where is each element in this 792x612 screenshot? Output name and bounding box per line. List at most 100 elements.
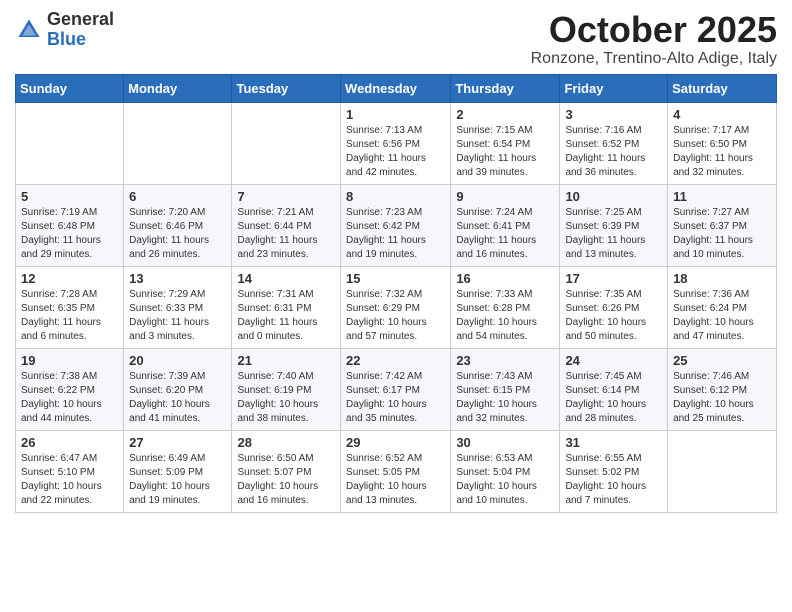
calendar-week-row: 19Sunrise: 7:38 AM Sunset: 6:22 PM Dayli… [16,348,777,430]
title-block: October 2025 Ronzone, Trentino-Alto Adig… [531,10,777,68]
calendar-cell: 20 Sunrise: 7:39 AM Sunset: 6:20 PM Dayli… [124,348,232,430]
day-info: Sunrise: 7:32 AM Sunset: 6:29 PM Dayligh… [346,288,445,344]
page: General Blue October 2025 Ronzone, Trent… [0,0,792,528]
day-info: Sunrise: 7:39 AM Sunset: 6:20 PM Dayligh… [129,370,226,426]
day-number: 4 [673,107,771,122]
day-number: 9 [456,189,554,204]
col-header-friday: Friday [560,74,668,102]
calendar-cell: 18 Sunrise: 7:36 AM Sunset: 6:24 PM Dayli… [668,266,777,348]
day-number: 5 [21,189,118,204]
day-number: 29 [346,435,445,450]
day-number: 23 [456,353,554,368]
calendar-cell: 10Sunrise: 7:25 AM Sunset: 6:39 PM Dayli… [560,184,668,266]
calendar-cell: 2 Sunrise: 7:15 AM Sunset: 6:54 PM Daylig… [451,102,560,184]
day-info: Sunrise: 7:23 AM Sunset: 6:42 PM Dayligh… [346,206,445,262]
calendar-cell: 21Sunrise: 7:40 AM Sunset: 6:19 PM Dayli… [232,348,341,430]
calendar-cell: 28 Sunrise: 6:50 AM Sunset: 5:07 PM Dayli… [232,430,341,512]
calendar-cell: 15 Sunrise: 7:32 AM Sunset: 6:29 PM Dayli… [341,266,451,348]
day-info: Sunrise: 7:24 AM Sunset: 6:41 PM Dayligh… [456,206,554,262]
calendar-cell: 27Sunrise: 6:49 AM Sunset: 5:09 PM Dayli… [124,430,232,512]
col-header-saturday: Saturday [668,74,777,102]
calendar-table: SundayMondayTuesdayWednesdayThursdayFrid… [15,74,777,513]
calendar-cell: 3 Sunrise: 7:16 AM Sunset: 6:52 PM Daylig… [560,102,668,184]
day-info: Sunrise: 7:19 AM Sunset: 6:48 PM Dayligh… [21,206,118,262]
logo-text: General Blue [47,10,114,50]
day-info: Sunrise: 7:45 AM Sunset: 6:14 PM Dayligh… [565,370,662,426]
day-info: Sunrise: 6:52 AM Sunset: 5:05 PM Dayligh… [346,452,445,508]
day-number: 6 [129,189,226,204]
day-info: Sunrise: 7:29 AM Sunset: 6:33 PM Dayligh… [129,288,226,344]
day-number: 10 [565,189,662,204]
day-info: Sunrise: 7:36 AM Sunset: 6:24 PM Dayligh… [673,288,771,344]
day-number: 28 [237,435,335,450]
calendar-week-row: 26 Sunrise: 6:47 AM Sunset: 5:10 PM Dayli… [16,430,777,512]
day-number: 20 [129,353,226,368]
calendar-cell: 11Sunrise: 7:27 AM Sunset: 6:37 PM Dayli… [668,184,777,266]
day-number: 15 [346,271,445,286]
day-number: 1 [346,107,445,122]
day-number: 8 [346,189,445,204]
day-info: Sunrise: 6:50 AM Sunset: 5:07 PM Dayligh… [237,452,335,508]
day-number: 24 [565,353,662,368]
day-number: 25 [673,353,771,368]
day-number: 26 [21,435,118,450]
day-number: 11 [673,189,771,204]
day-info: Sunrise: 7:31 AM Sunset: 6:31 PM Dayligh… [237,288,335,344]
calendar-cell: 26 Sunrise: 6:47 AM Sunset: 5:10 PM Dayli… [16,430,124,512]
day-number: 31 [565,435,662,450]
calendar-cell: 30Sunrise: 6:53 AM Sunset: 5:04 PM Dayli… [451,430,560,512]
day-info: Sunrise: 7:46 AM Sunset: 6:12 PM Dayligh… [673,370,771,426]
day-info: Sunrise: 6:49 AM Sunset: 5:09 PM Dayligh… [129,452,226,508]
day-number: 14 [237,271,335,286]
calendar-week-row: 12 Sunrise: 7:28 AM Sunset: 6:35 PM Dayli… [16,266,777,348]
calendar-cell: 14 Sunrise: 7:31 AM Sunset: 6:31 PM Dayli… [232,266,341,348]
day-info: Sunrise: 6:55 AM Sunset: 5:02 PM Dayligh… [565,452,662,508]
calendar-cell: 8 Sunrise: 7:23 AM Sunset: 6:42 PM Daylig… [341,184,451,266]
col-header-thursday: Thursday [451,74,560,102]
day-number: 2 [456,107,554,122]
day-info: Sunrise: 7:38 AM Sunset: 6:22 PM Dayligh… [21,370,118,426]
calendar-cell [668,430,777,512]
calendar-cell: 1 Sunrise: 7:13 AM Sunset: 6:56 PM Daylig… [341,102,451,184]
calendar-cell: 19Sunrise: 7:38 AM Sunset: 6:22 PM Dayli… [16,348,124,430]
day-info: Sunrise: 6:47 AM Sunset: 5:10 PM Dayligh… [21,452,118,508]
calendar-cell: 4 Sunrise: 7:17 AM Sunset: 6:50 PM Daylig… [668,102,777,184]
day-info: Sunrise: 7:20 AM Sunset: 6:46 PM Dayligh… [129,206,226,262]
day-number: 12 [21,271,118,286]
day-number: 17 [565,271,662,286]
calendar-cell [232,102,341,184]
calendar-week-row: 5 Sunrise: 7:19 AM Sunset: 6:48 PM Daylig… [16,184,777,266]
calendar-header-row: SundayMondayTuesdayWednesdayThursdayFrid… [16,74,777,102]
location-title: Ronzone, Trentino-Alto Adige, Italy [531,50,777,68]
day-number: 3 [565,107,662,122]
day-info: Sunrise: 6:53 AM Sunset: 5:04 PM Dayligh… [456,452,554,508]
day-number: 22 [346,353,445,368]
logo-icon [15,16,43,44]
day-number: 18 [673,271,771,286]
col-header-sunday: Sunday [16,74,124,102]
day-info: Sunrise: 7:40 AM Sunset: 6:19 PM Dayligh… [237,370,335,426]
calendar-cell: 24 Sunrise: 7:45 AM Sunset: 6:14 PM Dayli… [560,348,668,430]
calendar-cell: 23Sunrise: 7:43 AM Sunset: 6:15 PM Dayli… [451,348,560,430]
day-info: Sunrise: 7:28 AM Sunset: 6:35 PM Dayligh… [21,288,118,344]
day-number: 7 [237,189,335,204]
col-header-monday: Monday [124,74,232,102]
calendar-cell: 17 Sunrise: 7:35 AM Sunset: 6:26 PM Dayli… [560,266,668,348]
calendar-cell: 31 Sunrise: 6:55 AM Sunset: 5:02 PM Dayli… [560,430,668,512]
calendar-cell [124,102,232,184]
calendar-cell: 12 Sunrise: 7:28 AM Sunset: 6:35 PM Dayli… [16,266,124,348]
calendar-cell: 16Sunrise: 7:33 AM Sunset: 6:28 PM Dayli… [451,266,560,348]
day-info: Sunrise: 7:21 AM Sunset: 6:44 PM Dayligh… [237,206,335,262]
calendar-cell: 29 Sunrise: 6:52 AM Sunset: 5:05 PM Dayli… [341,430,451,512]
day-info: Sunrise: 7:17 AM Sunset: 6:50 PM Dayligh… [673,124,771,180]
day-info: Sunrise: 7:13 AM Sunset: 6:56 PM Dayligh… [346,124,445,180]
day-number: 16 [456,271,554,286]
day-info: Sunrise: 7:35 AM Sunset: 6:26 PM Dayligh… [565,288,662,344]
logo: General Blue [15,10,114,50]
day-info: Sunrise: 7:15 AM Sunset: 6:54 PM Dayligh… [456,124,554,180]
day-info: Sunrise: 7:16 AM Sunset: 6:52 PM Dayligh… [565,124,662,180]
logo-blue-text: Blue [47,30,114,50]
calendar-cell: 5 Sunrise: 7:19 AM Sunset: 6:48 PM Daylig… [16,184,124,266]
col-header-wednesday: Wednesday [341,74,451,102]
calendar-cell: 7 Sunrise: 7:21 AM Sunset: 6:44 PM Daylig… [232,184,341,266]
